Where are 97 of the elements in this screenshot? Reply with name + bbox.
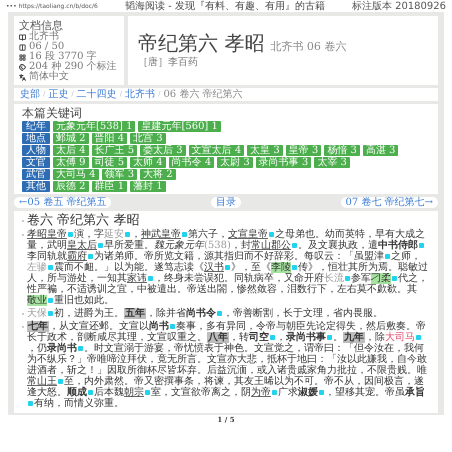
keyword-tag[interactable]: 司徒 5 [92, 157, 128, 168]
keyword-tag[interactable]: 邺城 2 [53, 133, 89, 144]
breadcrumb-current: 06 卷六 帝纪第六 [163, 89, 243, 100]
keyword-tag[interactable]: 太师 4 [130, 157, 166, 168]
category-label: 人物 [22, 145, 50, 156]
keyword-tag[interactable]: 太傅 9 [53, 157, 89, 168]
note-marker-icon[interactable] [170, 324, 175, 329]
info-text: 简体中文 [29, 72, 69, 82]
info-text: 06 / 50 [29, 42, 64, 52]
note-marker-icon[interactable] [98, 242, 103, 248]
info-text: 16 段 3770 字 [29, 52, 97, 62]
note-marker-icon[interactable] [225, 264, 230, 270]
category-label: 纪年 [22, 121, 50, 132]
tags-icon [19, 64, 26, 70]
keyword-tag[interactable]: 群臣 1 [92, 181, 128, 192]
note-marker-icon[interactable] [88, 254, 93, 259]
note-marker-icon[interactable] [88, 390, 93, 395]
note-marker-icon[interactable] [182, 232, 187, 237]
grid-icon [19, 54, 26, 60]
keyword-tag[interactable]: 录尚书事 3 [256, 157, 312, 168]
breadcrumb-link[interactable]: 正史 [48, 89, 68, 100]
keyword-tag[interactable]: 辰德 2 [53, 181, 89, 192]
breadcrumb-link[interactable]: 史部 [20, 89, 40, 100]
keyword-tag[interactable]: 文宣太后 4 [188, 145, 244, 156]
keyword-tag[interactable]: 大司马 4 [53, 169, 99, 180]
note-marker-icon[interactable] [327, 334, 332, 340]
keyword-tag[interactable]: 娄太后 3 [140, 145, 186, 156]
keyword-tag[interactable]: 皇帝 3 [286, 145, 322, 156]
note-marker-icon[interactable] [78, 346, 83, 351]
category-label: 地点 [22, 133, 50, 144]
date-tag[interactable]: 七年 [27, 321, 49, 332]
keyword-tag[interactable]: 皇建元年[560] 1 [138, 121, 221, 132]
note-marker-icon[interactable] [292, 264, 297, 270]
note-marker-icon[interactable] [68, 232, 73, 237]
note-marker-icon[interactable] [292, 242, 297, 248]
category-label: 其他 [22, 181, 50, 192]
previous-chapter-button[interactable]: ←05 卷五 帝纪第五 [14, 197, 112, 208]
date-tag[interactable]: 五年 [124, 308, 146, 319]
highlighted-term[interactable]: 刁柔 [371, 273, 391, 284]
note-marker-icon[interactable] [148, 276, 153, 281]
keyword-tag[interactable]: 领军 3 [102, 169, 138, 180]
contents-button[interactable]: 目录 [211, 197, 241, 208]
keyword-tag[interactable]: 晋阳 4 [92, 133, 128, 144]
date-tag[interactable]: 九年 [343, 332, 365, 343]
book-icon [19, 34, 26, 40]
breadcrumb-link[interactable]: 二十四史 [76, 89, 117, 100]
keyword-tag[interactable]: 太皇 3 [247, 145, 283, 156]
keyword-tag[interactable]: 杨愔 3 [324, 145, 360, 156]
note-marker-icon[interactable] [418, 242, 424, 248]
chapter-title: 卷六 帝纪第六 孝昭 [27, 213, 140, 228]
keyword-tag[interactable]: 尚书令 4 [168, 157, 214, 168]
keyword-tag[interactable]: 高湛 3 [362, 145, 398, 156]
note-marker-icon[interactable] [385, 254, 390, 259]
keyword-tag[interactable]: 太后 4 [53, 145, 89, 156]
note-marker-icon[interactable] [28, 400, 33, 406]
note-marker-icon[interactable] [270, 334, 275, 340]
category-label: 文官 [22, 157, 50, 168]
note-marker-icon[interactable] [145, 390, 150, 395]
keyword-tag[interactable]: 大将 2 [140, 169, 176, 180]
chapter-heading: 帝纪第六 孝昭 [138, 30, 264, 55]
note-marker-icon[interactable] [125, 232, 130, 237]
note-marker-icon[interactable] [392, 276, 397, 281]
section-title: 本篇关键词 [22, 106, 83, 120]
note-marker-icon[interactable] [269, 232, 274, 237]
highlighted-term[interactable]: 敬业 [27, 295, 47, 306]
book-subtitle: 北齐书 06 卷六 [270, 38, 346, 55]
category-label: 武官 [22, 169, 50, 180]
keyword-tag[interactable]: 北宫 3 [130, 133, 166, 144]
breadcrumb-link[interactable]: 北齐书 [125, 89, 156, 100]
card-title: 文档信息 [19, 19, 64, 32]
note-marker-icon[interactable] [48, 298, 53, 303]
note-marker-icon[interactable] [416, 334, 421, 340]
columns-icon [19, 44, 26, 50]
note-marker-icon[interactable] [58, 378, 63, 384]
note-marker-icon[interactable] [345, 276, 350, 281]
next-chapter-button[interactable]: 07 卷七 帝纪第七→ [340, 197, 438, 208]
paragraph-text: 孝昭皇帝 演，字延安 ，神武皇帝 第六子，文宣皇帝 之母弟也。幼而英特，早有大成之量，武明皇太后 早所爱重。魏元象元年(538)，封常山郡公 。及文襄执政，遣中书侍郎 李同轨就霸府 为诸弟师。帝所览文籍，源其指归而不好辞彩。每叹云：「虽盟津 之师， 左骖 震而不衄。」以为能。遂笃志读《汉书 》，至《李陵 传》，恒壮其所为焉。聪敏过人，所与游处，一知其家讳 ，终身未尝误犯。同轨病卒，又命开府长流 参军刁柔 代之，性严褊，不适诱训之宜，中被遣出。帝送出閤，惨然敛容，泪数行下，左右莫不歔欷。其 敬业 重旧也如此。 [27, 229, 429, 306]
date-tag[interactable]: 八年 [207, 332, 229, 343]
keyword-tag[interactable]: 太宰 3 [314, 157, 350, 168]
page-title: 韬海阅读 - 发现『有料、有趣、有用』的古籍 [124, 0, 325, 12]
keyword-tag[interactable]: 藩封 1 [130, 181, 166, 192]
author-text: ［唐］李百药 [138, 56, 199, 70]
keyword-tag[interactable]: 太尉 3 [217, 157, 253, 168]
note-marker-icon[interactable] [217, 310, 222, 316]
note-marker-icon[interactable] [319, 390, 324, 395]
note-marker-icon[interactable] [48, 310, 53, 316]
paragraph-text: 天保 初，进爵为王。五年，除并省尚书令 ，帝善断割，长于文理，省内畏服。 [27, 308, 383, 319]
highlighted-term[interactable]: 李陵 [271, 262, 291, 273]
paragraph-text: 七年，从文宣还邺。文宣以尚书 奏事，多有异同，令帝与朝臣先论定得失，然后敷奏。帝长于政术，剖断咸尽其理，文宣叹重之。八年，转司空 ，录尚书事 。九年，除大司马 ，仍录尚书 。时文宣溺于游宴，帝忧愤表于神色。文宣觉之，谓帝曰：「但令汝在，我何为不纵乐？」帝唯啼泣拜伏，竟无所言。文宣亦大悲，抵杯于地曰：「汝以此嫌我，自今敢进酒者，斩之！」因取所御杯尽皆坏弃。后益沉湎，或入诸贵戚家角力批拉，不限贵贱。唯 常山王 至，内外肃然。帝又密撰事条，将谏，其友王晞以为不可。帝不从，因间极言，遂逢大怒。顺成 后本魏朝宗 室，文宣欲帝离之，阴为帝 广求淑媛 ，望移其宠。帝虽承旨 有纳，而情义弥重。 [27, 321, 428, 409]
version-label: 标注版本 20180926 [352, 0, 446, 12]
keyword-tag[interactable]: 长广王 5 [92, 145, 138, 156]
note-marker-icon[interactable] [272, 390, 277, 395]
note-marker-icon[interactable] [48, 264, 53, 270]
language-icon [19, 74, 26, 80]
keyword-tag[interactable]: 元象元年[538] 1 [53, 121, 136, 132]
info-text: 北齐书 [29, 32, 59, 42]
info-text: 204 种 290 个标注 [29, 62, 117, 72]
